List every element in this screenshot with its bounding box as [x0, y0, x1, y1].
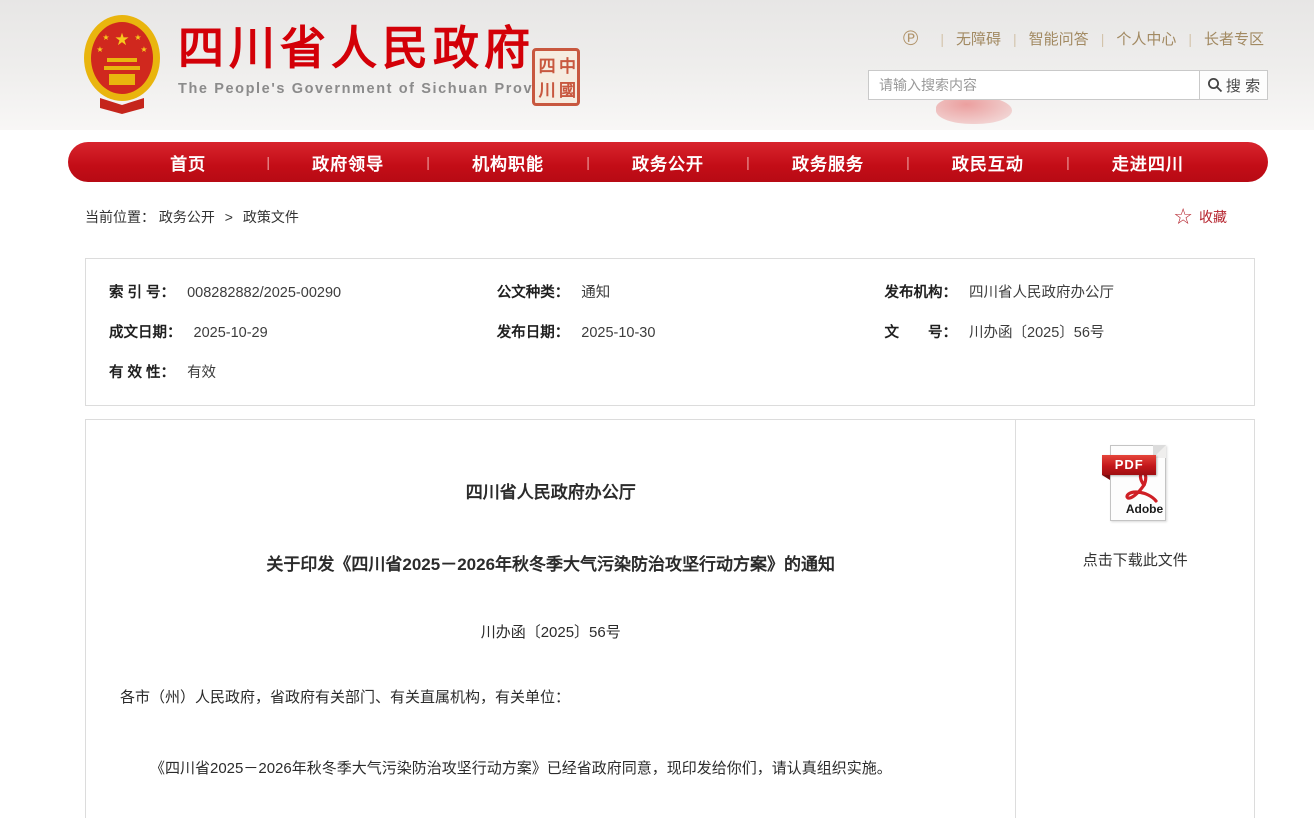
meta-publish-date: 发布日期： 2025-10-30	[474, 313, 862, 353]
nav-item-about-sichuan[interactable]: 走进四川	[1070, 150, 1226, 175]
meta-value: 四川省人民政府办公厅	[969, 273, 1114, 313]
accessibility-voice-icon[interactable]: ℗	[903, 28, 918, 49]
document-meta-box: 索 引 号： 008282882/2025-00290 公文种类： 通知 发布机…	[85, 258, 1255, 406]
meta-document-type: 公文种类： 通知	[474, 273, 862, 313]
adobe-label: Adobe	[1126, 502, 1163, 516]
meta-value: 通知	[581, 273, 610, 313]
document-salutation: 各市（州）人民政府，省政府有关部门、有关直属机构，有关单位：	[120, 686, 981, 707]
meta-label: 有 效 性：	[109, 353, 175, 393]
favorite-label: 收藏	[1199, 207, 1227, 227]
breadcrumb-link-gov-affairs[interactable]: 政务公开	[159, 209, 215, 225]
breadcrumb: 当前位置： 政务公开 > 政策文件	[85, 207, 299, 227]
svg-text:★: ★	[134, 33, 141, 42]
site-header: ★ ★ ★ ★ ★ 四川省人民政府 The People's Governmen…	[0, 0, 1314, 130]
svg-text:★: ★	[140, 45, 147, 54]
pdf-download-link[interactable]: Adobe PDF 点击下载此文件	[1083, 445, 1188, 570]
nav-item-government-affairs[interactable]: 政务公开	[590, 150, 746, 175]
attachment-sidebar: Adobe PDF 点击下载此文件	[1015, 420, 1254, 818]
decorative-graphic	[936, 96, 1012, 124]
document-number-line: 川办函〔2025〕56号	[120, 621, 981, 642]
site-title: 四川省人民政府	[178, 24, 569, 75]
search-icon	[1207, 77, 1223, 93]
search-button[interactable]: 搜 索	[1200, 70, 1268, 100]
search-bar: 搜 索	[868, 70, 1268, 100]
document-body: 四川省人民政府办公厅 关于印发《四川省2025－2026年秋冬季大气污染防治攻坚…	[86, 420, 1015, 818]
nav-item-home[interactable]: 首页	[110, 150, 266, 175]
meta-label: 公文种类：	[497, 273, 570, 313]
breadcrumb-link-policy-documents[interactable]: 政策文件	[243, 209, 299, 225]
meta-document-number: 文 号： 川办函〔2025〕56号	[862, 313, 1254, 353]
link-senior-zone[interactable]: 长者专区	[1204, 28, 1264, 49]
nav-item-public-interaction[interactable]: 政民互动	[910, 150, 1066, 175]
svg-text:★: ★	[102, 33, 109, 42]
nav-item-government-services[interactable]: 政务服务	[750, 150, 906, 175]
search-input[interactable]	[868, 70, 1200, 100]
breadcrumb-row: 当前位置： 政务公开 > 政策文件 ☆ 收藏	[85, 206, 1255, 228]
meta-validity: 有 效 性： 有效	[86, 353, 474, 393]
breadcrumb-separator: >	[225, 209, 233, 225]
meta-value: 川办函〔2025〕56号	[969, 313, 1104, 353]
document-content-box: 四川省人民政府办公厅 关于印发《四川省2025－2026年秋冬季大气污染防治攻坚…	[85, 419, 1255, 818]
meta-label: 发布机构：	[885, 273, 958, 313]
meta-value: 有效	[187, 353, 216, 393]
link-smart-qa[interactable]: 智能问答	[1029, 28, 1089, 49]
seal-char: 川	[534, 81, 554, 98]
meta-label: 成文日期：	[109, 313, 182, 353]
nav-item-institutional-functions[interactable]: 机构职能	[430, 150, 586, 175]
seal-char: 四	[534, 57, 554, 74]
meta-value: 2025-10-30	[581, 313, 655, 353]
meta-label: 文 号：	[885, 313, 958, 353]
meta-written-date: 成文日期： 2025-10-29	[86, 313, 474, 353]
search-button-label: 搜 索	[1226, 75, 1260, 96]
meta-label: 发布日期：	[497, 313, 570, 353]
svg-text:★: ★	[114, 30, 129, 49]
download-file-label[interactable]: 点击下载此文件	[1083, 549, 1188, 570]
main-navigation: 首页 | 政府领导 | 机构职能 | 政务公开 | 政务服务 | 政民互动 | …	[68, 142, 1268, 182]
national-emblem-icon: ★ ★ ★ ★ ★	[82, 14, 162, 114]
breadcrumb-prefix: 当前位置：	[85, 209, 155, 225]
meta-issuing-agency: 发布机构： 四川省人民政府办公厅	[862, 273, 1254, 313]
link-divider: |	[1101, 31, 1105, 47]
nav-item-government-leaders[interactable]: 政府领导	[270, 150, 426, 175]
meta-value: 2025-10-29	[194, 313, 268, 353]
link-divider: |	[1013, 31, 1017, 47]
document-issuer-heading: 四川省人民政府办公厅	[120, 478, 981, 503]
star-icon: ☆	[1173, 206, 1193, 228]
link-divider: |	[1188, 31, 1192, 47]
link-divider: |	[940, 31, 944, 47]
link-accessibility[interactable]: 无障碍	[956, 28, 1001, 49]
svg-text:★: ★	[96, 45, 103, 54]
seal-char: 中	[555, 57, 575, 74]
utility-links: ℗ | 无障碍 | 智能问答 | 个人中心 | 长者专区	[903, 28, 1264, 49]
meta-label: 索 引 号：	[109, 273, 175, 313]
pdf-file-icon: Adobe PDF	[1102, 445, 1168, 523]
site-title-block: 四川省人民政府 The People's Government of Sichu…	[178, 24, 569, 97]
meta-index-number: 索 引 号： 008282882/2025-00290	[86, 273, 474, 313]
document-title: 关于印发《四川省2025－2026年秋冬季大气污染防治攻坚行动方案》的通知	[120, 550, 981, 575]
link-personal-center[interactable]: 个人中心	[1116, 28, 1176, 49]
meta-value: 008282882/2025-00290	[187, 273, 341, 313]
seal-char: 國	[555, 81, 575, 98]
site-subtitle: The People's Government of Sichuan Provi…	[178, 81, 569, 97]
main-navigation-wrap: 首页 | 政府领导 | 机构职能 | 政务公开 | 政务服务 | 政民互动 | …	[0, 130, 1314, 182]
pdf-badge: PDF	[1102, 455, 1156, 475]
meta-grid: 索 引 号： 008282882/2025-00290 公文种类： 通知 发布机…	[86, 273, 1254, 393]
document-paragraph: 《四川省2025－2026年秋冬季大气污染防治攻坚行动方案》已经省政府同意，现印…	[120, 757, 981, 781]
favorite-button[interactable]: ☆ 收藏	[1173, 206, 1255, 228]
sichuan-seal-stamp: 中 四 國 川	[532, 48, 580, 106]
